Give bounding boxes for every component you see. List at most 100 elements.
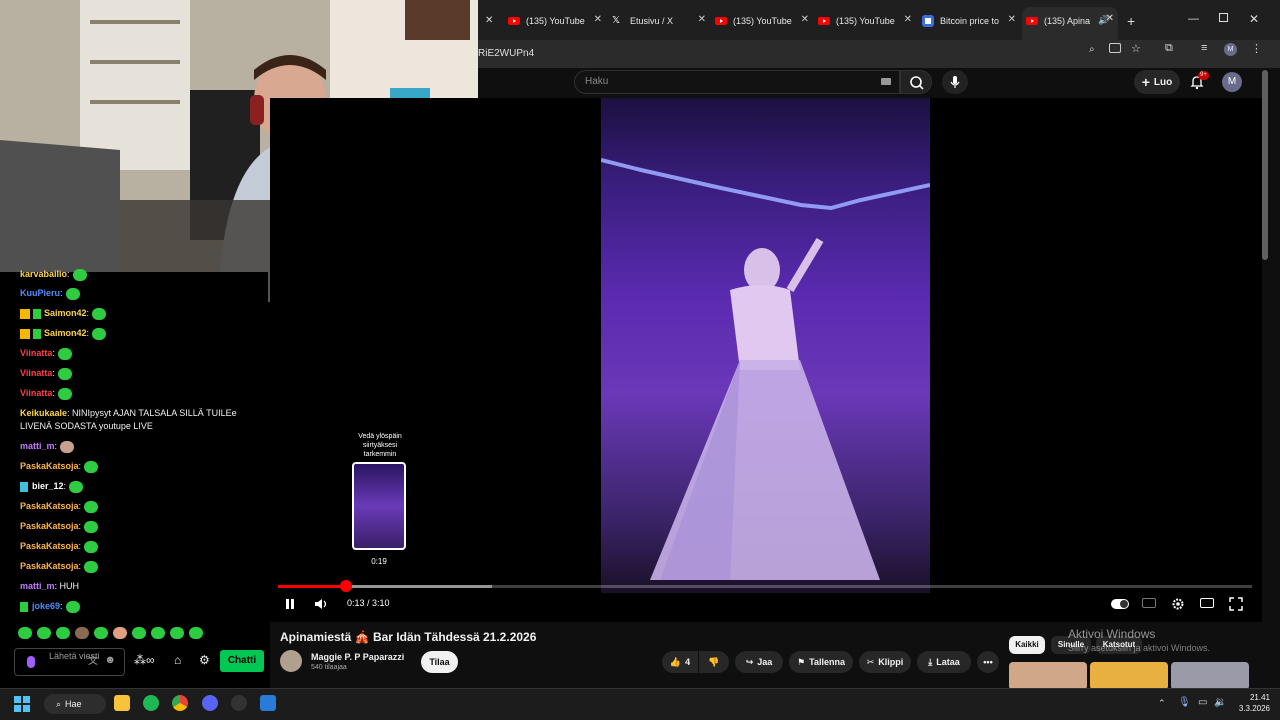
- emote-icon[interactable]: [170, 627, 184, 639]
- chat-input[interactable]: Lähetä viesti 文 ☻: [14, 648, 125, 676]
- install-app-icon[interactable]: [1109, 43, 1121, 53]
- fullscreen-icon[interactable]: [1229, 597, 1243, 611]
- channel-avatar[interactable]: [280, 650, 302, 672]
- profile-icon[interactable]: M: [1224, 43, 1237, 56]
- tab-close-icon[interactable]: ✕: [1008, 14, 1016, 25]
- recommendation-thumbnail[interactable]: [1171, 662, 1249, 690]
- extensions-icon[interactable]: ⧉: [1165, 42, 1173, 55]
- badge-icon: [33, 328, 41, 339]
- new-tab-icon[interactable]: +: [1127, 13, 1135, 29]
- discord-icon[interactable]: [202, 695, 218, 711]
- bookmark-icon: ⚑: [797, 656, 806, 667]
- theater-mode-icon[interactable]: [1200, 598, 1214, 608]
- save-button[interactable]: ⚑ Tallenna: [789, 651, 853, 673]
- emote-icon[interactable]: [94, 627, 108, 639]
- windows-start-icon[interactable]: [14, 696, 30, 712]
- bits-icon[interactable]: ⁂∞: [134, 653, 155, 667]
- create-button[interactable]: + Luo: [1134, 70, 1180, 94]
- taskbar-clock[interactable]: 21.41 3.3.2026: [1232, 692, 1270, 714]
- url-text[interactable]: RiE2WUPn4: [478, 40, 534, 68]
- more-icon: •••: [983, 657, 993, 667]
- media-controls-icon[interactable]: ≡: [1201, 42, 1207, 54]
- search-input[interactable]: Haku: [574, 70, 900, 94]
- chat-message: Saimon42:: [20, 327, 107, 340]
- chat-send-button[interactable]: Chatti: [220, 650, 264, 672]
- emote-icon[interactable]: [151, 627, 165, 639]
- notepad-icon[interactable]: [260, 695, 276, 711]
- emote-icon[interactable]: [189, 627, 203, 639]
- address-bar[interactable]: [478, 40, 1280, 68]
- more-actions-button[interactable]: •••: [977, 651, 999, 673]
- chat-scrollbar[interactable]: [268, 272, 270, 302]
- thumbs-up-icon: 👍: [669, 656, 682, 667]
- settings-gear-icon[interactable]: [1171, 597, 1185, 611]
- chat-settings-icon[interactable]: ⚙: [199, 653, 210, 667]
- network-icon[interactable]: ▭: [1198, 697, 1207, 708]
- tab-close-icon[interactable]: ✕: [698, 14, 706, 25]
- emote-icon[interactable]: [18, 627, 32, 639]
- obs-icon[interactable]: [231, 695, 247, 711]
- share-button[interactable]: ↪ Jaa: [735, 651, 783, 673]
- keyboard-icon[interactable]: [881, 78, 891, 85]
- emote-icon[interactable]: [113, 627, 127, 639]
- tab-close-icon[interactable]: ✕: [1106, 13, 1114, 24]
- browser-tab[interactable]: (135) YouTube ✕: [715, 9, 809, 33]
- browser-tab[interactable]: (135) YouTube ✕: [818, 9, 912, 33]
- minimize-icon[interactable]: —: [1188, 13, 1199, 25]
- x-icon: 𝕏: [612, 15, 621, 26]
- bookmark-star-icon[interactable]: ☆: [1131, 42, 1141, 55]
- pause-icon[interactable]: [284, 598, 296, 610]
- emote-icon[interactable]: [132, 627, 146, 639]
- clip-button[interactable]: ✂ Klippi: [859, 651, 911, 673]
- emote-icon[interactable]: [37, 627, 51, 639]
- volume-icon[interactable]: [314, 597, 328, 611]
- tab-close-icon[interactable]: ✕: [594, 14, 602, 25]
- window-close-icon[interactable]: ✕: [1249, 12, 1259, 26]
- recommendation-thumbnail[interactable]: [1009, 662, 1087, 690]
- emoji-icon[interactable]: ☻: [104, 655, 116, 666]
- translate-icon[interactable]: 文: [88, 656, 98, 667]
- chat-message: joke69:: [20, 600, 80, 613]
- subtitles-icon[interactable]: [1142, 598, 1156, 608]
- autoplay-toggle[interactable]: [1111, 599, 1129, 609]
- page-scrollbar[interactable]: [1262, 70, 1268, 260]
- chat-message: Saimon42:: [20, 307, 107, 320]
- spotify-icon[interactable]: [143, 695, 159, 711]
- youtube-icon: [715, 17, 727, 25]
- voice-search-button[interactable]: [942, 70, 968, 94]
- tray-overflow-icon[interactable]: ⌃: [1158, 698, 1166, 709]
- avatar[interactable]: M: [1222, 72, 1242, 92]
- recommendation-thumbnail[interactable]: [1090, 662, 1168, 690]
- youtube-icon: [1026, 16, 1038, 25]
- file-explorer-icon[interactable]: [114, 695, 130, 711]
- like-button[interactable]: 👍 4: [662, 651, 698, 673]
- thumbs-down-icon: 👎: [708, 656, 720, 667]
- tab-close-icon[interactable]: ✕: [485, 15, 493, 26]
- dislike-button[interactable]: 👎: [699, 651, 729, 673]
- plus-icon: +: [1141, 74, 1150, 90]
- emote-icon[interactable]: [75, 627, 89, 639]
- chip-all[interactable]: Kaikki: [1009, 636, 1045, 654]
- browser-tab[interactable]: Bitcoin price to ✕: [922, 9, 1016, 33]
- browser-tab[interactable]: (135) YouTube ✕: [508, 9, 602, 33]
- volume-tray-icon[interactable]: 🔉: [1214, 697, 1226, 708]
- tray-mic-icon[interactable]: 🎙: [1178, 697, 1191, 708]
- emote-icon[interactable]: [56, 627, 70, 639]
- browser-tab-active[interactable]: (135) Apina 🔊 ✕: [1022, 7, 1118, 40]
- taskbar-search[interactable]: ⌕ Hae: [44, 694, 106, 714]
- channel-name[interactable]: Maggie P. P Paparazzi: [311, 652, 404, 662]
- search-button[interactable]: [900, 70, 932, 94]
- zoom-icon[interactable]: ⌕: [1089, 44, 1095, 55]
- notifications-button[interactable]: 9+: [1189, 71, 1209, 90]
- mic-icon[interactable]: [27, 656, 35, 668]
- store-icon[interactable]: ⌂: [174, 653, 181, 667]
- download-button[interactable]: ⤓ Lataa: [917, 651, 971, 673]
- tab-close-icon[interactable]: ✕: [904, 14, 912, 25]
- seek-preview-hint: Vedä ylöspäin siirtyäksesi tarkemmin: [358, 433, 402, 458]
- maximize-icon[interactable]: [1219, 13, 1228, 22]
- browser-menu-icon[interactable]: ⋮: [1251, 42, 1262, 55]
- browser-tab[interactable]: 𝕏 Etusivu / X ✕: [612, 9, 706, 33]
- subscribe-button[interactable]: Tilaa: [421, 651, 458, 673]
- chrome-icon[interactable]: [172, 695, 188, 711]
- tab-close-icon[interactable]: ✕: [801, 14, 809, 25]
